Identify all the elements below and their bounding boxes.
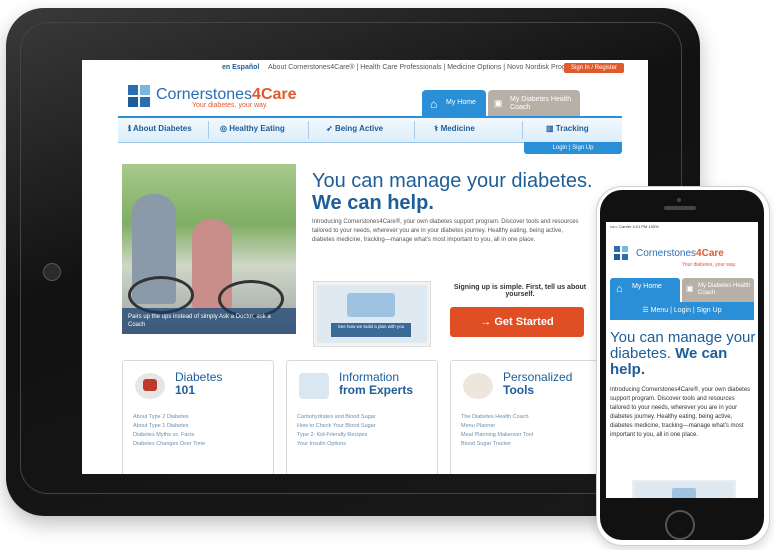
phone-hero-body: Introducing Cornerstones4Care®, your own… (610, 387, 751, 438)
people-illustration-icon (347, 293, 395, 317)
nav-divider (522, 121, 523, 139)
bowl-icon (463, 373, 493, 399)
nav-tracking[interactable]: ▥ Tracking (546, 124, 589, 133)
nav-healthy-eating[interactable]: ◎ Healthy Eating (220, 124, 285, 133)
tab-health-coach[interactable]: ▣ My Diabetes Health Coach (682, 278, 754, 302)
logo-wordmark[interactable]: Cornerstones4Care (636, 248, 724, 259)
list-item[interactable]: Diabetes Myths vs. Facts (133, 431, 205, 440)
coach-icon: ▣ (686, 284, 694, 293)
video-thumbnail[interactable] (632, 480, 736, 498)
nav-divider (308, 121, 309, 139)
list-item[interactable]: How to Check Your Blood Sugar (297, 422, 376, 431)
list-item[interactable]: Menu Planner (461, 422, 533, 431)
video-thumbnail[interactable]: See how we build a plan with you (314, 282, 430, 346)
list-item[interactable]: Diabetes Changes Over Time (133, 440, 205, 449)
logo-icon[interactable] (614, 246, 628, 260)
card-links: The Diabetes Health Coach Menu Planner M… (461, 413, 533, 449)
card-links: Carbohydrates and Blood Sugar How to Che… (297, 413, 376, 449)
utility-links[interactable]: About Cornerstones4Care® | Health Care P… (268, 64, 581, 71)
list-item[interactable]: About Type 2 Diabetes (133, 413, 205, 422)
signin-button[interactable]: Sign In / Register (564, 63, 624, 73)
tab-health-coach[interactable]: ▣ My Diabetes Health Coach (488, 90, 580, 116)
logo-tagline: Your diabetes, your way. (192, 102, 268, 109)
people-illustration-icon (672, 488, 696, 498)
home-icon: ⌂ (616, 283, 623, 295)
list-item[interactable]: About Type 1 Diabetes (133, 422, 205, 431)
camera-icon (43, 263, 61, 281)
card-title: Information from Experts (339, 370, 414, 397)
list-item[interactable]: Meal Planning Makeover Tool (461, 431, 533, 440)
tab-my-home[interactable]: ⌂ My Home (422, 90, 486, 116)
tablet-screen: en Español About Cornerstones4Care® | He… (82, 60, 648, 474)
hero-title: You can manage your diabetes. We can hel… (312, 170, 593, 214)
list-item[interactable]: Your Insulin Options (297, 440, 376, 449)
phone-hero-title: You can manage your diabetes. We can hel… (610, 329, 756, 378)
home-icon: ⌂ (430, 97, 438, 111)
list-item[interactable]: Blood Sugar Tracker (461, 440, 533, 449)
list-item[interactable]: Carbohydrates and Blood Sugar (297, 413, 376, 422)
list-item[interactable]: Type 2: Kid-Friendly Recipes (297, 431, 376, 440)
chart-icon: ▥ (546, 124, 556, 133)
phone-status-bar: ••••○ Carrier 4:21 PM 100% (610, 224, 659, 229)
scale-icon (135, 373, 165, 399)
nav-about-diabetes[interactable]: ℹ About Diabetes (128, 124, 192, 133)
phone-home-button[interactable] (665, 510, 695, 540)
card-title: Personalized Tools (503, 370, 573, 397)
utility-bar: en Español About Cornerstones4Care® | He… (82, 60, 648, 76)
language-link[interactable]: en Español (222, 64, 259, 71)
get-started-button[interactable]: → Get Started (450, 307, 584, 337)
phone-screen: ••••○ Carrier 4:21 PM 100% Cornerstones4… (606, 222, 758, 498)
logo-highlight: 4Care (252, 86, 297, 103)
phone-menu-bar[interactable]: ☰ Menu | Login | Sign Up (610, 302, 754, 320)
video-caption: See how we build a plan with you (331, 323, 411, 337)
card-diabetes-101[interactable]: Diabetes 101 About Type 2 Diabetes About … (122, 360, 274, 474)
card-personalized-tools[interactable]: Personalized Tools The Diabetes Health Co… (450, 360, 602, 474)
runner-icon: ➶ (326, 124, 335, 133)
card-title: Diabetes 101 (175, 370, 223, 397)
nav-being-active[interactable]: ➶ Being Active (326, 124, 383, 133)
nav-medicine[interactable]: ⚕ Medicine (434, 124, 475, 133)
plate-icon: ◎ (220, 124, 230, 133)
list-item[interactable]: The Diabetes Health Coach (461, 413, 533, 422)
tab-health-coach-label: My Diabetes Health Coach (510, 96, 572, 111)
card-links: About Type 2 Diabetes About Type 1 Diabe… (133, 413, 205, 449)
signup-note: Signing up is simple. First, tell us abo… (453, 284, 587, 298)
card-information-experts[interactable]: Information from Experts Carbohydrates an… (286, 360, 438, 474)
experts-icon (299, 373, 329, 399)
tab-my-home[interactable]: ⌂ My Home (610, 278, 680, 302)
login-signup-bar[interactable]: Login | Sign Up (524, 142, 622, 154)
logo-tagline: Your diabetes, your way. (682, 262, 737, 268)
main-nav: ℹ About Diabetes ◎ Healthy Eating ➶ Bein… (118, 116, 622, 143)
nav-divider (414, 121, 415, 139)
coach-icon: ▣ (494, 98, 503, 108)
logo-prefix: Cornerstones (156, 86, 253, 103)
photo-caption: Pairs up the ups instead of simply Ask a… (122, 308, 296, 334)
phone-speaker (664, 206, 696, 210)
hero-photo: Pairs up the ups instead of simply Ask a… (122, 164, 296, 334)
phone-camera-icon (677, 198, 681, 202)
tab-my-home-label: My Home (446, 99, 476, 106)
logo-icon[interactable] (128, 85, 150, 107)
nav-divider (208, 121, 209, 139)
hero-body: Introducing Cornerstones4Care®, your own… (312, 219, 579, 243)
